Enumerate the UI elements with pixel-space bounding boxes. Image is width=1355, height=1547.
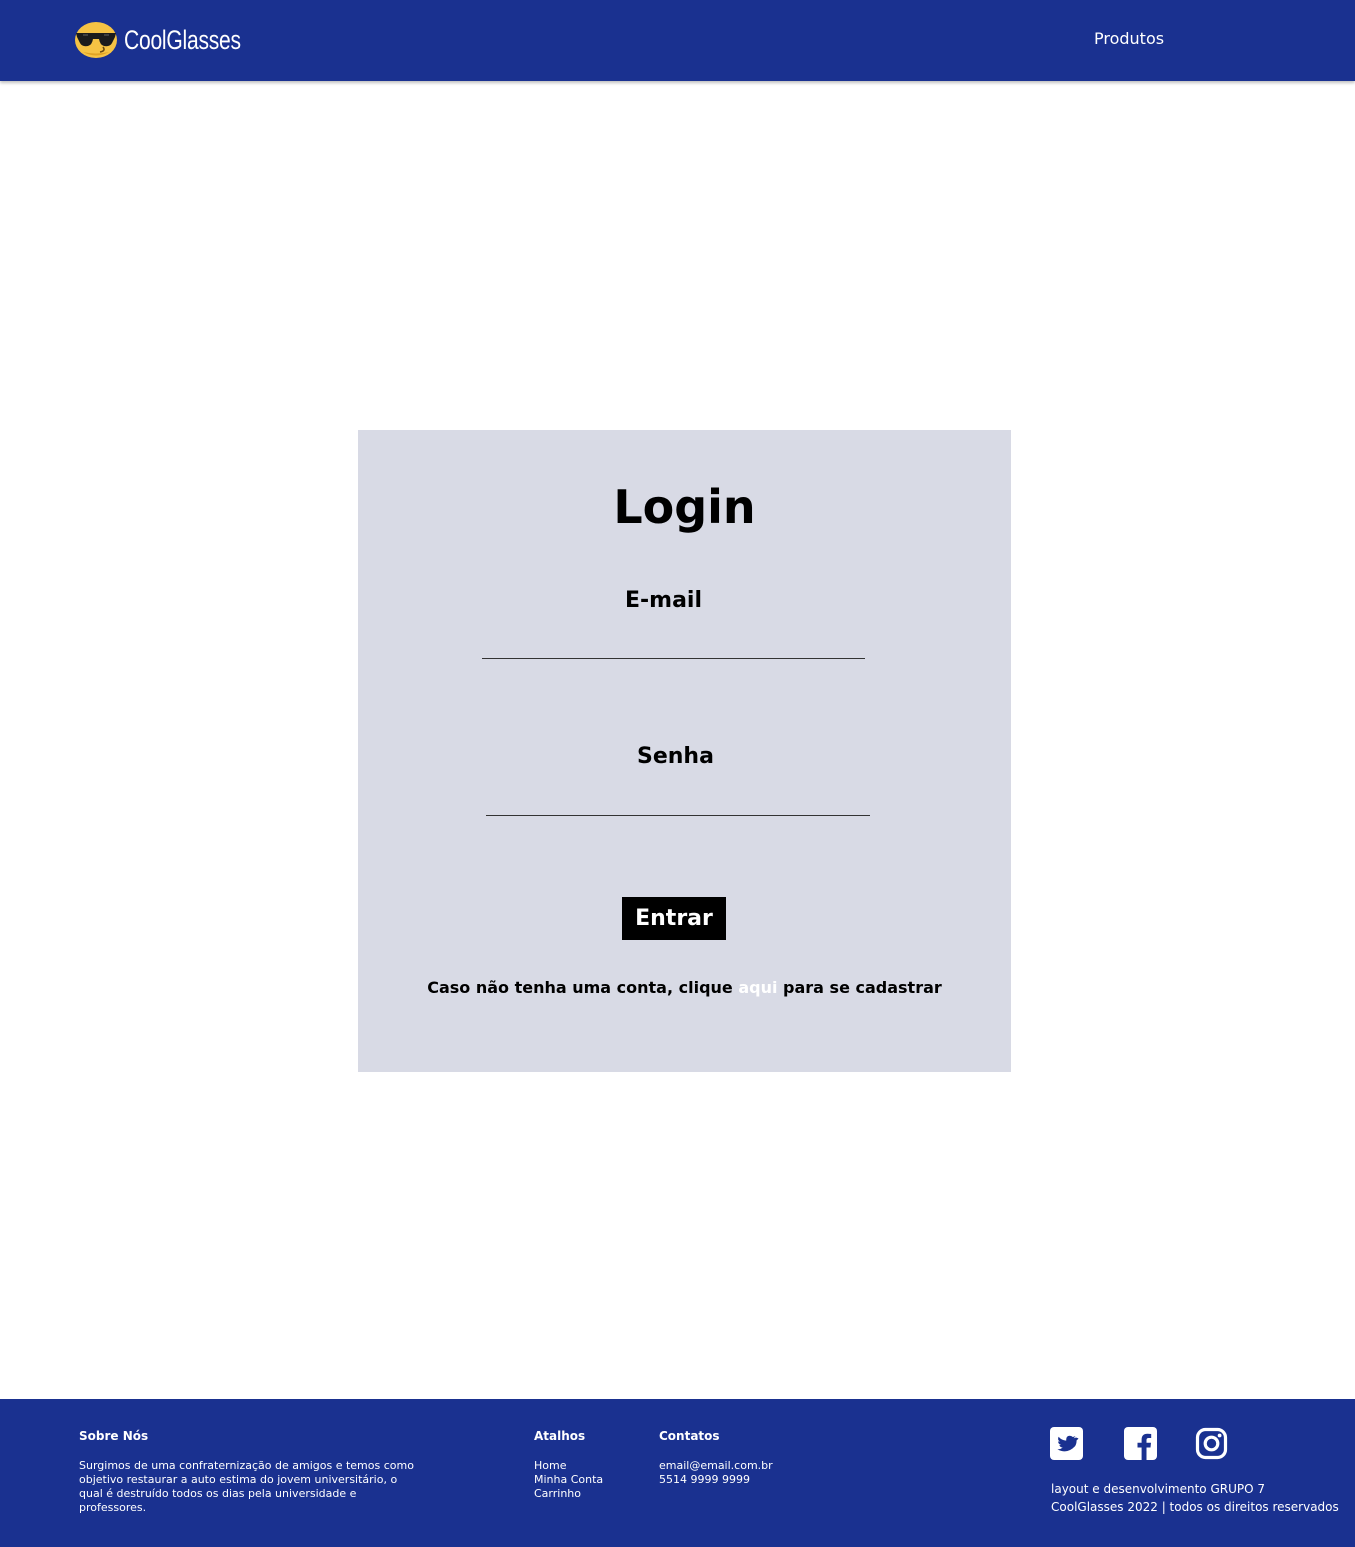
footer: Sobre Nós Surgimos de uma confraternizaç… <box>0 1399 1355 1547</box>
footer-atalhos-heading: Atalhos <box>534 1429 586 1443</box>
signup-link[interactable]: aqui <box>738 978 777 997</box>
contact-phone: 5514 9999 9999 <box>659 1473 750 1486</box>
email-label: E-mail <box>625 588 703 613</box>
credits-line-1: layout e desenvolvimento GRUPO 7 <box>1051 1482 1265 1496</box>
senha-label: Senha <box>637 744 714 769</box>
instagram-icon <box>1195 1427 1228 1460</box>
footer-link-home[interactable]: Home <box>534 1459 566 1472</box>
list-item: Home <box>534 1459 603 1473</box>
brand-link[interactable]: CoolGlasses <box>74 20 274 60</box>
footer-atalhos-list: Home Minha Conta Carrinho <box>534 1459 603 1501</box>
top-navbar: CoolGlasses Produtos <box>0 0 1355 81</box>
login-title: Login <box>613 480 756 534</box>
twitter-icon <box>1050 1427 1083 1460</box>
footer-contatos-heading: Contatos <box>659 1429 720 1443</box>
facebook-link[interactable] <box>1124 1427 1157 1460</box>
footer-sobre-text: Surgimos de uma confraternização de amig… <box>79 1459 414 1514</box>
email-input[interactable] <box>482 637 865 659</box>
list-item: Carrinho <box>534 1487 603 1501</box>
brand-name: CoolGlasses <box>124 24 241 55</box>
signup-prefix: Caso não tenha uma conta, clique <box>427 978 739 997</box>
footer-sobre-heading: Sobre Nós <box>79 1429 149 1443</box>
footer-contatos: email@email.com.br 5514 9999 9999 <box>659 1459 773 1487</box>
twitter-link[interactable] <box>1050 1427 1083 1460</box>
login-card: Login E-mail Senha Entrar Caso não tenha… <box>358 430 1011 1072</box>
signup-suffix: para se cadastrar <box>777 978 942 997</box>
list-item: Minha Conta <box>534 1473 603 1487</box>
footer-credits: layout e desenvolvimento GRUPO 7 CoolGla… <box>1051 1480 1339 1516</box>
senha-input[interactable] <box>486 794 870 816</box>
credits-line-2: CoolGlasses 2022 | todos os direitos res… <box>1051 1500 1339 1514</box>
facebook-icon <box>1124 1427 1157 1460</box>
instagram-link[interactable] <box>1195 1427 1228 1460</box>
contact-email: email@email.com.br <box>659 1459 773 1472</box>
footer-link-carrinho[interactable]: Carrinho <box>534 1487 581 1500</box>
entrar-button[interactable]: Entrar <box>622 897 726 940</box>
signup-prompt: Caso não tenha uma conta, clique aqui pa… <box>358 978 1011 997</box>
sunglasses-emoji-icon <box>75 22 117 58</box>
nav-link-produtos[interactable]: Produtos <box>1094 29 1164 48</box>
footer-link-minha-conta[interactable]: Minha Conta <box>534 1473 603 1486</box>
